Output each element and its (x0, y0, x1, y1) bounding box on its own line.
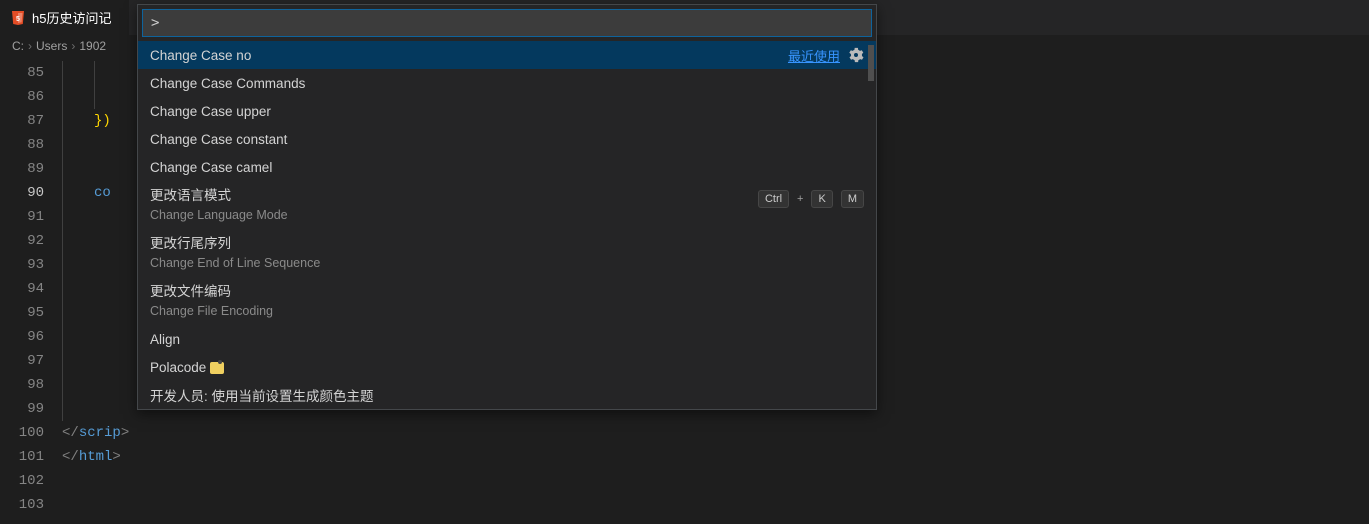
command-item[interactable]: Align (138, 325, 876, 353)
command-palette-list: Change Case no 最近使用 Change Case Commands… (138, 41, 876, 409)
command-label: Change Case no (150, 48, 788, 63)
command-label: 更改语言模式 (150, 186, 758, 206)
code-token: > (121, 425, 129, 441)
code-token: scrip (79, 425, 121, 441)
keybinding-key: Ctrl (758, 190, 789, 208)
keybinding-key: K (811, 190, 832, 208)
command-palette-input[interactable] (142, 9, 872, 37)
line-number: 95 (0, 301, 62, 325)
line-number-gutter: 85 86 87 88 89 90 91 92 93 94 95 96 97 9… (0, 57, 62, 517)
line-number: 100 (0, 421, 62, 445)
code-content[interactable]: }) co </scrip> </html> (62, 57, 129, 517)
line-number: 90 (0, 181, 62, 205)
command-item[interactable]: Change Case no 最近使用 (138, 41, 876, 69)
command-sublabel: Change File Encoding (150, 302, 864, 320)
line-number: 101 (0, 445, 62, 469)
line-number: 99 (0, 397, 62, 421)
line-number: 97 (0, 349, 62, 373)
scrollbar-thumb[interactable] (868, 45, 874, 81)
breadcrumb-segment[interactable]: C: (12, 39, 24, 53)
svg-text:5: 5 (16, 16, 20, 23)
command-label: 更改文件编码 (150, 282, 864, 302)
command-sublabel: Change End of Line Sequence (150, 254, 864, 272)
breadcrumb-segment[interactable]: Users (36, 39, 67, 53)
command-label: Change Case constant (150, 132, 864, 147)
line-number: 103 (0, 493, 62, 517)
tab-active[interactable]: 5 h5历史访问记 (0, 0, 130, 35)
code-token: </ (62, 449, 79, 465)
line-number: 87 (0, 109, 62, 133)
command-label: Change Case camel (150, 160, 864, 175)
command-label: Change Case upper (150, 104, 864, 119)
line-number: 102 (0, 469, 62, 493)
code-token: </ (62, 425, 79, 441)
line-number: 89 (0, 157, 62, 181)
code-token: }) (94, 113, 111, 129)
command-label: Polacode (150, 360, 864, 375)
keybinding-plus: + (797, 193, 803, 205)
code-token: > (112, 449, 120, 465)
html-file-icon: 5 (10, 10, 26, 26)
command-label: 更改行尾序列 (150, 234, 864, 254)
command-item[interactable]: Change Case upper (138, 97, 876, 125)
breadcrumb-segment[interactable]: 1902 (79, 39, 106, 53)
command-item[interactable]: Change Case constant (138, 125, 876, 153)
code-token: html (79, 449, 113, 465)
camera-icon (210, 362, 224, 374)
chevron-right-icon: › (28, 39, 32, 53)
recently-used-link[interactable]: 最近使用 (788, 46, 840, 65)
command-item[interactable]: 更改文件编码 Change File Encoding (138, 277, 876, 325)
chevron-right-icon: › (71, 39, 75, 53)
code-token: co (94, 185, 111, 201)
line-number: 88 (0, 133, 62, 157)
command-item[interactable]: Change Case Commands (138, 69, 876, 97)
gear-icon[interactable] (848, 47, 864, 63)
tab-label: h5历史访问记 (32, 8, 111, 27)
line-number: 86 (0, 85, 62, 109)
command-label: Align (150, 332, 864, 347)
line-number: 92 (0, 229, 62, 253)
command-item[interactable]: Polacode (138, 353, 876, 381)
command-item[interactable]: 更改行尾序列 Change End of Line Sequence (138, 229, 876, 277)
command-palette: Change Case no 最近使用 Change Case Commands… (137, 4, 877, 410)
command-label: Change Case Commands (150, 76, 864, 91)
keybinding-key: M (841, 190, 864, 208)
command-item[interactable]: Change Case camel (138, 153, 876, 181)
command-item[interactable]: 更改语言模式 Change Language Mode Ctrl + K M (138, 181, 876, 229)
command-sublabel: Change Language Mode (150, 206, 758, 224)
line-number: 85 (0, 61, 62, 85)
line-number: 96 (0, 325, 62, 349)
line-number: 91 (0, 205, 62, 229)
line-number: 98 (0, 373, 62, 397)
command-label: 开发人员: 使用当前设置生成颜色主题 (150, 385, 864, 405)
command-item[interactable]: 开发人员: 使用当前设置生成颜色主题 (138, 381, 876, 409)
line-number: 93 (0, 253, 62, 277)
line-number: 94 (0, 277, 62, 301)
